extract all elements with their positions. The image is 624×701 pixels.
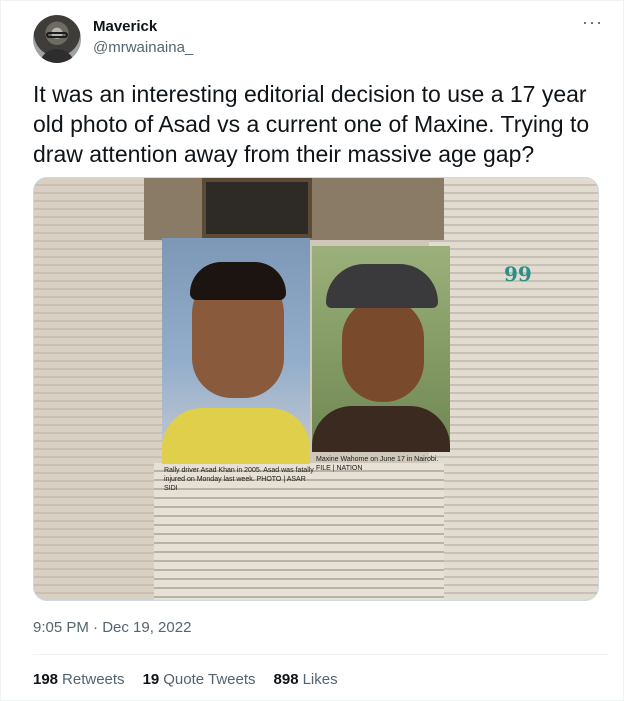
maxine-shirt: [312, 406, 450, 452]
likes-stat[interactable]: 898 Likes: [274, 671, 338, 688]
maxine-face: [342, 298, 424, 402]
asad-hair: [190, 262, 286, 300]
divider: [33, 654, 608, 655]
asad-shirt: [162, 408, 310, 464]
user-handle[interactable]: @mrwainaina_: [93, 39, 193, 56]
photo-maxine: [312, 246, 450, 452]
retweets-stat[interactable]: 198 Retweets: [33, 671, 125, 688]
retweets-count: 198: [33, 671, 59, 688]
photo-asad: [162, 238, 310, 464]
likes-count: 898: [273, 671, 299, 688]
more-horizontal-icon[interactable]: ···: [582, 13, 603, 31]
tweet-stats: 198 Retweets 19 Quote Tweets 898 Likes: [33, 671, 338, 688]
retweets-label: Retweets: [62, 671, 125, 688]
quote-tweets-label: Quote Tweets: [163, 671, 256, 688]
avatar-shirt: [39, 49, 75, 63]
quote-tweets-count: 19: [142, 671, 160, 688]
likes-label: Likes: [302, 671, 338, 688]
maxine-cap: [326, 264, 438, 308]
tweet-timestamp[interactable]: 9:05 PM · Dec 19, 2022: [33, 619, 191, 636]
tweet-header: Maverick @mrwainaina_ ···: [33, 13, 603, 65]
avatar[interactable]: [33, 15, 81, 63]
newspaper-left-column: [34, 178, 164, 600]
caption-asad: Rally driver Asad Khan in 2005. Asad was…: [164, 467, 314, 492]
tweet-media-photo[interactable]: Rally driver Asad Khan in 2005. Asad was…: [33, 177, 599, 601]
avatar-glasses: [46, 32, 68, 38]
caption-maxine: Maxine Wahome on June 17 in Nairobi. FIL…: [316, 456, 439, 472]
tweet-text: It was an interesting editorial decision…: [33, 81, 590, 167]
pull-quote-icon: 99: [504, 262, 532, 286]
tweet-card: Maverick @mrwainaina_ ··· It was an inte…: [0, 0, 624, 701]
display-name[interactable]: Maverick: [93, 18, 157, 35]
picture-frame: [202, 178, 312, 238]
quote-tweets-stat[interactable]: 19 Quote Tweets: [143, 671, 256, 688]
newspaper-right-column: [429, 178, 598, 600]
